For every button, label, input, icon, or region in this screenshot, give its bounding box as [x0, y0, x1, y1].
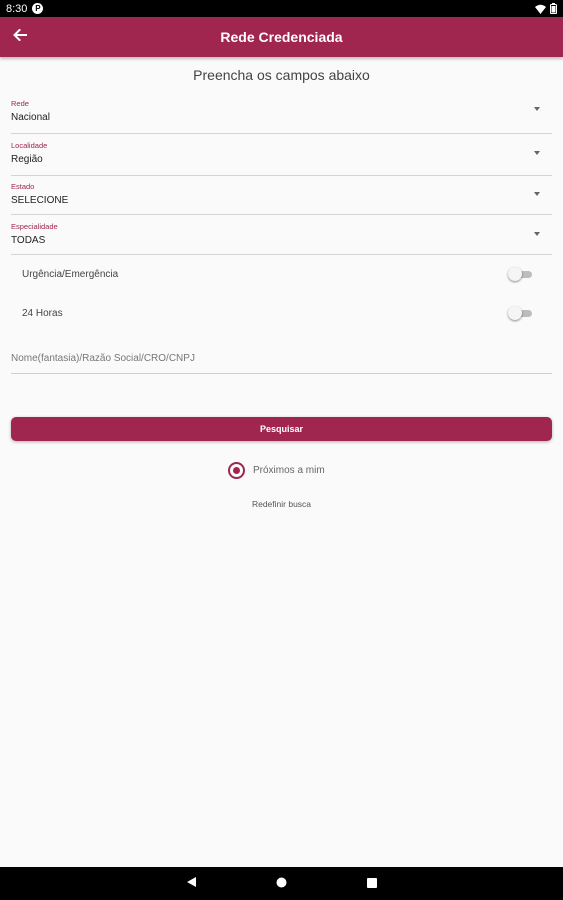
page-title: Rede Credenciada: [220, 29, 343, 45]
wifi-icon: [535, 4, 546, 14]
especialidade-dropdown[interactable]: Especialidade TODAS: [11, 222, 552, 255]
radio-selected-icon: [228, 461, 245, 479]
name-search-input[interactable]: [11, 344, 552, 374]
battery-icon: [550, 3, 557, 14]
24-horas-label: 24 Horas: [22, 307, 63, 319]
dropdown-arrow-icon: [534, 151, 540, 155]
system-nav-bar: [0, 867, 563, 900]
dropdown-arrow-icon: [534, 232, 540, 236]
rede-label: Rede: [11, 99, 29, 108]
pesquisar-button[interactable]: Pesquisar: [11, 417, 552, 441]
urgencia-switch[interactable]: [508, 267, 532, 281]
nav-recents-icon: [366, 875, 377, 893]
localidade-dropdown[interactable]: Localidade Região: [11, 141, 552, 176]
app-bar: Rede Credenciada: [0, 17, 563, 57]
localidade-label: Localidade: [11, 141, 48, 150]
localidade-value: Região: [11, 154, 43, 165]
switch-thumb: [508, 306, 522, 320]
estado-value: SELECIONE: [11, 195, 69, 206]
nav-back-icon: [186, 875, 197, 893]
nav-back-button[interactable]: [147, 867, 237, 900]
urgencia-toggle-row: Urgência/Emergência: [22, 264, 532, 284]
status-right: [535, 3, 557, 14]
switch-thumb: [508, 267, 522, 281]
estado-dropdown[interactable]: Estado SELECIONE: [11, 182, 552, 215]
rede-value: Nacional: [11, 112, 50, 123]
dropdown-arrow-icon: [534, 192, 540, 196]
nav-home-button[interactable]: [237, 867, 327, 900]
24-horas-toggle-row: 24 Horas: [22, 303, 532, 323]
status-bar: 8:30 P: [0, 0, 563, 17]
nearby-label: Próximos a mim: [253, 464, 325, 476]
nav-recents-button[interactable]: [327, 867, 417, 900]
especialidade-value: TODAS: [11, 235, 46, 246]
status-time: 8:30: [6, 2, 28, 15]
app-notification-icon: P: [32, 3, 44, 14]
reset-search-link[interactable]: Redefinir busca: [0, 499, 563, 509]
estado-label: Estado: [11, 182, 35, 191]
nearby-radio[interactable]: Próximos a mim: [228, 461, 325, 479]
urgencia-label: Urgência/Emergência: [22, 268, 119, 280]
dropdown-arrow-icon: [534, 107, 540, 111]
rede-dropdown[interactable]: Rede Nacional: [11, 99, 552, 134]
arrow-back-icon: [13, 28, 27, 46]
24-horas-switch[interactable]: [508, 306, 532, 320]
especialidade-label: Especialidade: [11, 222, 58, 231]
status-left: 8:30 P: [6, 2, 44, 15]
nav-home-icon: [276, 875, 287, 893]
form-subtitle: Preencha os campos abaixo: [193, 67, 370, 83]
back-button[interactable]: [10, 27, 30, 47]
